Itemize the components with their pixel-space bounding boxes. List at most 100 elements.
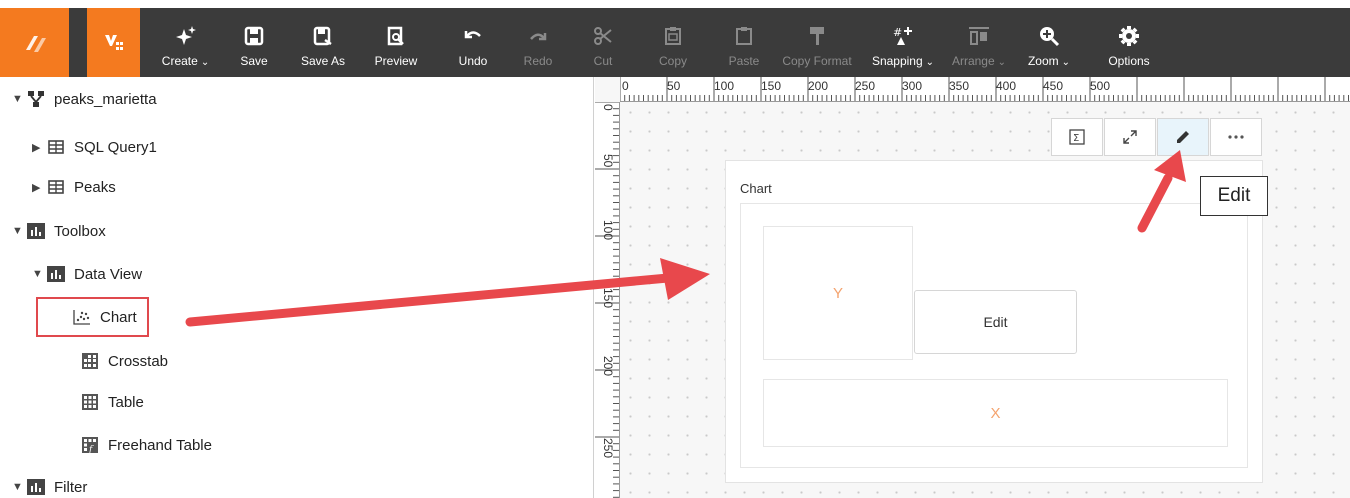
widget-toolbar: Σ xyxy=(1051,118,1263,156)
ruler-label: 500 xyxy=(1090,79,1111,93)
preview-icon xyxy=(386,24,406,48)
preview-label: Preview xyxy=(374,54,418,68)
ruler-label: 200 xyxy=(808,79,829,93)
undo-button[interactable]: Undo xyxy=(449,8,497,77)
tree-toolbox[interactable]: ▼ Toolbox xyxy=(12,219,106,243)
caret-down-icon[interactable]: ▼ xyxy=(12,225,26,237)
save-as-icon xyxy=(313,24,333,48)
ruler-label: 0 xyxy=(601,104,615,111)
expand-button[interactable] xyxy=(1104,118,1156,156)
create-button[interactable]: Create ⌄ xyxy=(148,8,223,77)
caret-right-icon[interactable]: ▶ xyxy=(32,181,46,194)
svg-text:Σ: Σ xyxy=(1073,133,1079,144)
arrange-label: Arrange xyxy=(951,54,995,68)
edit-button[interactable] xyxy=(1157,118,1209,156)
caret-down-icon[interactable]: ▼ xyxy=(12,481,26,493)
app-logo[interactable] xyxy=(0,8,69,77)
edit-tooltip: Edit xyxy=(1200,176,1268,216)
edit-prompt-button[interactable]: Edit xyxy=(914,290,1077,354)
sparkle-icon xyxy=(175,24,197,48)
chevron-down-icon: ⌄ xyxy=(1061,57,1071,68)
zoom-button[interactable]: Zoom ⌄ xyxy=(1019,8,1079,77)
table-name: SQL Query1 xyxy=(74,138,157,156)
crosstab-label: Crosstab xyxy=(108,352,169,370)
svg-text:#: # xyxy=(893,26,902,39)
options-label: Options xyxy=(1108,54,1150,68)
caret-down-icon[interactable]: ▼ xyxy=(12,93,26,105)
chevron-down-icon: ⌄ xyxy=(925,57,935,68)
redo-button[interactable]: Redo xyxy=(515,8,561,77)
more-button[interactable] xyxy=(1210,118,1262,156)
tree-data-view[interactable]: ▼ Data View xyxy=(32,262,142,286)
widget-title: Chart xyxy=(740,181,772,196)
chart-folder-icon xyxy=(26,478,46,496)
caret-down-icon[interactable]: ▼ xyxy=(32,268,46,280)
tree-item-peaks[interactable]: ▶ Peaks xyxy=(32,175,116,199)
x-axis-drop-zone[interactable]: X xyxy=(763,379,1228,447)
redo-icon xyxy=(528,24,548,48)
ruler-label: 150 xyxy=(761,79,782,93)
chevron-down-icon: ⌄ xyxy=(200,57,210,68)
ruler-label: 300 xyxy=(902,79,923,93)
chevron-down-icon: ⌄ xyxy=(997,57,1007,68)
table-item-label: Table xyxy=(108,393,144,411)
ruler-label: 250 xyxy=(601,438,615,459)
chart-widget[interactable]: Chart Y X Edit xyxy=(725,160,1263,483)
app-root: Create ⌄ Save Save As Preview Undo Redo … xyxy=(0,0,1350,498)
freehand-table-icon: f xyxy=(80,436,100,454)
ruler-label: 350 xyxy=(949,79,970,93)
redo-label: Redo xyxy=(523,54,553,68)
cut-button[interactable]: Cut xyxy=(583,8,623,77)
table-icon xyxy=(46,138,66,156)
ruler-label: 450 xyxy=(1043,79,1064,93)
snapping-button[interactable]: # Snapping ⌄ xyxy=(863,8,943,77)
workspace-icon-button[interactable] xyxy=(87,8,140,77)
pencil-icon xyxy=(1177,131,1189,143)
more-icon xyxy=(1228,135,1244,139)
scatter-chart-icon xyxy=(72,308,92,326)
zoom-icon xyxy=(1038,24,1060,48)
ruler-label: 200 xyxy=(601,356,615,377)
preview-button[interactable]: Preview xyxy=(367,8,425,77)
save-button[interactable]: Save xyxy=(229,8,279,77)
y-axis-drop-zone[interactable]: Y xyxy=(763,226,913,360)
logo-icon xyxy=(25,35,46,52)
tree-item-crosstab[interactable]: Crosstab xyxy=(80,349,168,373)
chart-item-label: Chart xyxy=(100,308,137,326)
vertical-ruler: 0 50 100 150 200 250 xyxy=(595,102,620,498)
options-button[interactable]: Options xyxy=(1099,8,1159,77)
ruler-label: 0 xyxy=(622,79,629,93)
tree-item-sql-query1[interactable]: ▶ SQL Query1 xyxy=(32,135,157,159)
copy-label: Copy xyxy=(658,54,687,68)
save-as-button[interactable]: Save As xyxy=(293,8,353,77)
data-tree-panel: ▼ peaks_marietta ▶ SQL Query1 ▶ Peaks ▼ xyxy=(0,77,594,498)
paste-button[interactable]: Paste xyxy=(721,8,767,77)
tree-item-table[interactable]: Table xyxy=(80,390,144,414)
snapping-label: Snapping xyxy=(871,54,923,68)
cut-icon xyxy=(593,24,613,48)
undo-icon xyxy=(463,24,483,48)
ruler-label: 150 xyxy=(601,288,615,309)
formula-button[interactable]: Σ xyxy=(1051,118,1103,156)
copy-button[interactable]: Copy xyxy=(651,8,695,77)
ruler-label: 400 xyxy=(996,79,1017,93)
gear-icon xyxy=(1118,24,1140,48)
tree-item-freehand-table[interactable]: f Freehand Table xyxy=(80,433,212,457)
tree-filter[interactable]: ▼ Filter xyxy=(12,475,87,498)
cut-label: Cut xyxy=(593,54,613,68)
paste-icon xyxy=(734,24,754,48)
ruler-label: 250 xyxy=(855,79,876,93)
ruler-label: 100 xyxy=(714,79,735,93)
save-as-label: Save As xyxy=(300,54,346,68)
create-label: Create xyxy=(161,54,198,68)
ruler-label: 50 xyxy=(601,154,615,168)
tree-datasource[interactable]: ▼ peaks_marietta xyxy=(12,87,157,111)
copy-format-button[interactable]: Copy Format xyxy=(777,8,857,77)
main-toolbar: Create ⌄ Save Save As Preview Undo Redo … xyxy=(0,8,1350,77)
tree-item-chart[interactable]: Chart xyxy=(36,297,149,337)
chart-drop-area[interactable]: Y X Edit xyxy=(740,203,1248,468)
paste-label: Paste xyxy=(728,54,760,68)
caret-right-icon[interactable]: ▶ xyxy=(32,141,46,154)
arrange-button[interactable]: Arrange ⌄ xyxy=(945,8,1013,77)
undo-label: Undo xyxy=(458,54,488,68)
